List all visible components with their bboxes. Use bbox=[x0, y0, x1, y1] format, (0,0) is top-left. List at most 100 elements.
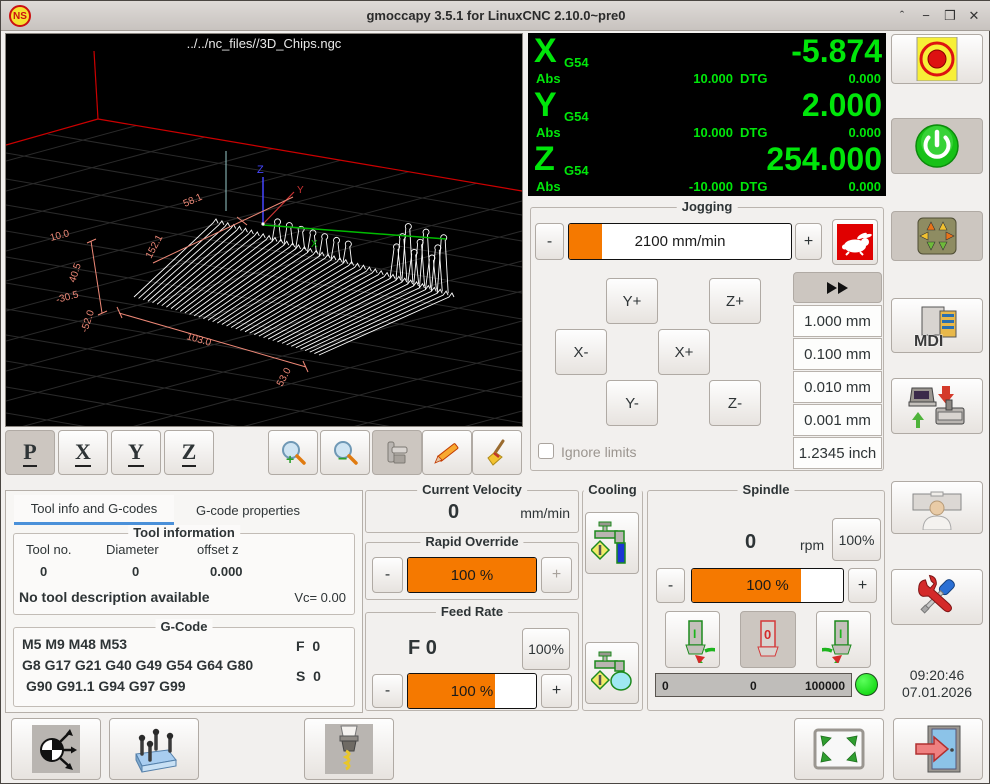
jog-speed-slider[interactable]: 2100 mm/min bbox=[568, 223, 792, 260]
zoom-out-icon: − bbox=[330, 438, 360, 468]
cooling-label: Cooling bbox=[583, 482, 641, 497]
touch-plate-icon bbox=[126, 724, 182, 774]
close-button[interactable]: ✕ bbox=[963, 5, 985, 27]
jog-x-minus-button[interactable]: X- bbox=[555, 329, 607, 375]
edit-gcode-button[interactable] bbox=[422, 430, 472, 475]
minimize-button[interactable]: − bbox=[915, 5, 937, 27]
view-z-letter: Z bbox=[182, 439, 197, 467]
jog-increment-1mm[interactable]: 1.000 mm bbox=[793, 305, 882, 337]
touch-off-button[interactable] bbox=[11, 718, 101, 780]
jog-y-minus-button[interactable]: Y- bbox=[606, 380, 658, 426]
feed-override-slider[interactable]: 100 % bbox=[407, 673, 537, 709]
spindle-plus-button[interactable]: + bbox=[848, 568, 877, 603]
dro-row-y[interactable]: Y G54 2.000 Abs 10.000 DTG 0.000 bbox=[528, 87, 886, 141]
feed-reset-button[interactable]: 100% bbox=[522, 628, 570, 670]
jog-pad-icon bbox=[916, 216, 958, 256]
rapid-override-label: Rapid Override bbox=[420, 534, 523, 549]
feed-plus-button[interactable]: + bbox=[541, 674, 572, 708]
jog-z-plus-button[interactable]: Z+ bbox=[709, 278, 761, 324]
measure-tool-icon bbox=[382, 438, 412, 468]
dro-row-x[interactable]: X G54 -5.874 Abs 10.000 DTG 0.000 bbox=[528, 33, 886, 87]
gcode-frame: G-Code M5 M9 M48 M53 G8 G17 G21 G40 G49 … bbox=[13, 627, 355, 707]
dro-x-dtg-label: DTG bbox=[740, 71, 767, 86]
clear-plot-button[interactable] bbox=[472, 430, 522, 475]
zoom-in-button[interactable]: + bbox=[268, 430, 318, 475]
spindle-range-max: 100000 bbox=[805, 679, 845, 693]
dro-row-z[interactable]: Z G54 254.000 Abs -10.000 DTG 0.000 bbox=[528, 141, 886, 195]
jogging-frame-label: Jogging bbox=[677, 199, 738, 214]
flood-coolant-button[interactable] bbox=[585, 642, 639, 704]
tool-change-button[interactable] bbox=[304, 718, 394, 780]
jog-z-minus-button[interactable]: Z- bbox=[709, 380, 761, 426]
spindle-stop-button[interactable]: 0 bbox=[740, 611, 796, 668]
mode-manual-button[interactable] bbox=[891, 211, 983, 261]
fast-forward-icon bbox=[826, 281, 850, 295]
jog-speed-minus-button[interactable]: - bbox=[535, 223, 564, 260]
jog-increment-inch[interactable]: 1.2345 inch bbox=[793, 437, 882, 469]
s-word: S 0 bbox=[296, 668, 321, 684]
view-y-button[interactable]: Y bbox=[111, 430, 161, 475]
rapid-plus-button[interactable]: + bbox=[541, 557, 572, 593]
dim-label: 40.5 bbox=[67, 262, 84, 284]
show-dimensions-button[interactable] bbox=[372, 430, 422, 475]
spindle-ccw-button[interactable]: I bbox=[665, 611, 720, 668]
dro-z-abs-value: -10.000 bbox=[658, 179, 733, 194]
power-icon bbox=[913, 122, 961, 170]
mode-mdi-button[interactable]: MDI bbox=[891, 298, 983, 353]
tool-holder-icon bbox=[325, 724, 373, 774]
rapid-override-slider[interactable]: 100 % bbox=[407, 557, 537, 593]
gremlin-preview[interactable]: Z Y X 10.040.5-30.5-52.0103.053.058.1152… bbox=[5, 33, 523, 427]
spindle-minus-button[interactable]: - bbox=[656, 568, 685, 603]
z-axis-label: Z bbox=[257, 164, 264, 176]
dro-x-dtg-value: 0.000 bbox=[848, 71, 881, 86]
spindle-bar-value: 100 % bbox=[692, 577, 843, 594]
current-velocity-label: Current Velocity bbox=[417, 482, 527, 497]
mode-auto-button[interactable] bbox=[891, 378, 983, 434]
view-perspective-button[interactable]: P bbox=[5, 430, 55, 475]
active-g-codes-1: G8 G17 G21 G40 G49 G54 G64 G80 bbox=[22, 657, 253, 673]
ignore-limits-checkbox[interactable] bbox=[538, 443, 554, 459]
shade-button[interactable]: ˆ bbox=[891, 5, 913, 27]
dro-y-abs-value: 10.000 bbox=[658, 125, 733, 140]
jog-increment-001mm[interactable]: 0.010 mm bbox=[793, 371, 882, 403]
preview-grid bbox=[6, 34, 522, 426]
dimension-labels: 10.040.5-30.5-52.0103.053.058.1152.1 bbox=[49, 192, 294, 389]
tab-gcode-properties[interactable]: G-code properties bbox=[180, 495, 316, 525]
mist-coolant-button[interactable] bbox=[585, 512, 639, 574]
info-notebook: Tool info and G-codes G-code properties … bbox=[5, 490, 363, 713]
view-z-button[interactable]: Z bbox=[164, 430, 214, 475]
estop-button[interactable] bbox=[891, 34, 983, 84]
rapid-minus-button[interactable]: - bbox=[372, 557, 403, 593]
spindle-cw-button[interactable]: I bbox=[816, 611, 871, 668]
jog-increment-0001mm[interactable]: 0.001 mm bbox=[793, 404, 882, 436]
jog-increment-continuous-button[interactable] bbox=[793, 272, 882, 303]
clock-date: 07.01.2026 bbox=[891, 684, 983, 701]
machine-on-button[interactable] bbox=[891, 118, 983, 174]
zoom-out-button[interactable]: − bbox=[320, 430, 370, 475]
maximize-button[interactable]: ❒ bbox=[939, 5, 961, 27]
jog-y-plus-button[interactable]: Y+ bbox=[606, 278, 658, 324]
turtle-rabbit-toggle-button[interactable] bbox=[832, 219, 878, 265]
jog-speed-plus-button[interactable]: + bbox=[795, 223, 822, 260]
fullscreen-button[interactable] bbox=[794, 718, 884, 780]
touch-plate-button[interactable] bbox=[109, 718, 199, 780]
exit-button[interactable] bbox=[893, 718, 983, 780]
tab-tool-info[interactable]: Tool info and G-codes bbox=[14, 495, 174, 525]
dro-x-letter: X bbox=[534, 34, 557, 68]
user-tab-button[interactable] bbox=[891, 481, 983, 534]
settings-button[interactable] bbox=[891, 569, 983, 625]
jog-x-plus-button[interactable]: X+ bbox=[658, 329, 710, 375]
operator-icon bbox=[907, 486, 967, 530]
gcode-frame-label: G-Code bbox=[156, 619, 213, 634]
f-word: F 0 bbox=[296, 638, 320, 654]
feed-minus-button[interactable]: - bbox=[372, 674, 403, 708]
spindle-range-bar: 0 0 100000 bbox=[655, 673, 852, 697]
spindle-reset-button[interactable]: 100% bbox=[832, 518, 881, 561]
spindle-override-slider[interactable]: 100 % bbox=[691, 568, 844, 603]
loaded-file-path: ../../nc_files//3D_Chips.ngc bbox=[187, 36, 342, 51]
jog-increment-01mm[interactable]: 0.100 mm bbox=[793, 338, 882, 370]
view-x-button[interactable]: X bbox=[58, 430, 108, 475]
window-title: gmoccapy 3.5.1 for LinuxCNC 2.10.0~pre0 bbox=[1, 1, 990, 31]
dro-panel[interactable]: X G54 -5.874 Abs 10.000 DTG 0.000 Y G54 … bbox=[528, 33, 886, 196]
spindle-rpm-unit: rpm bbox=[800, 537, 824, 553]
